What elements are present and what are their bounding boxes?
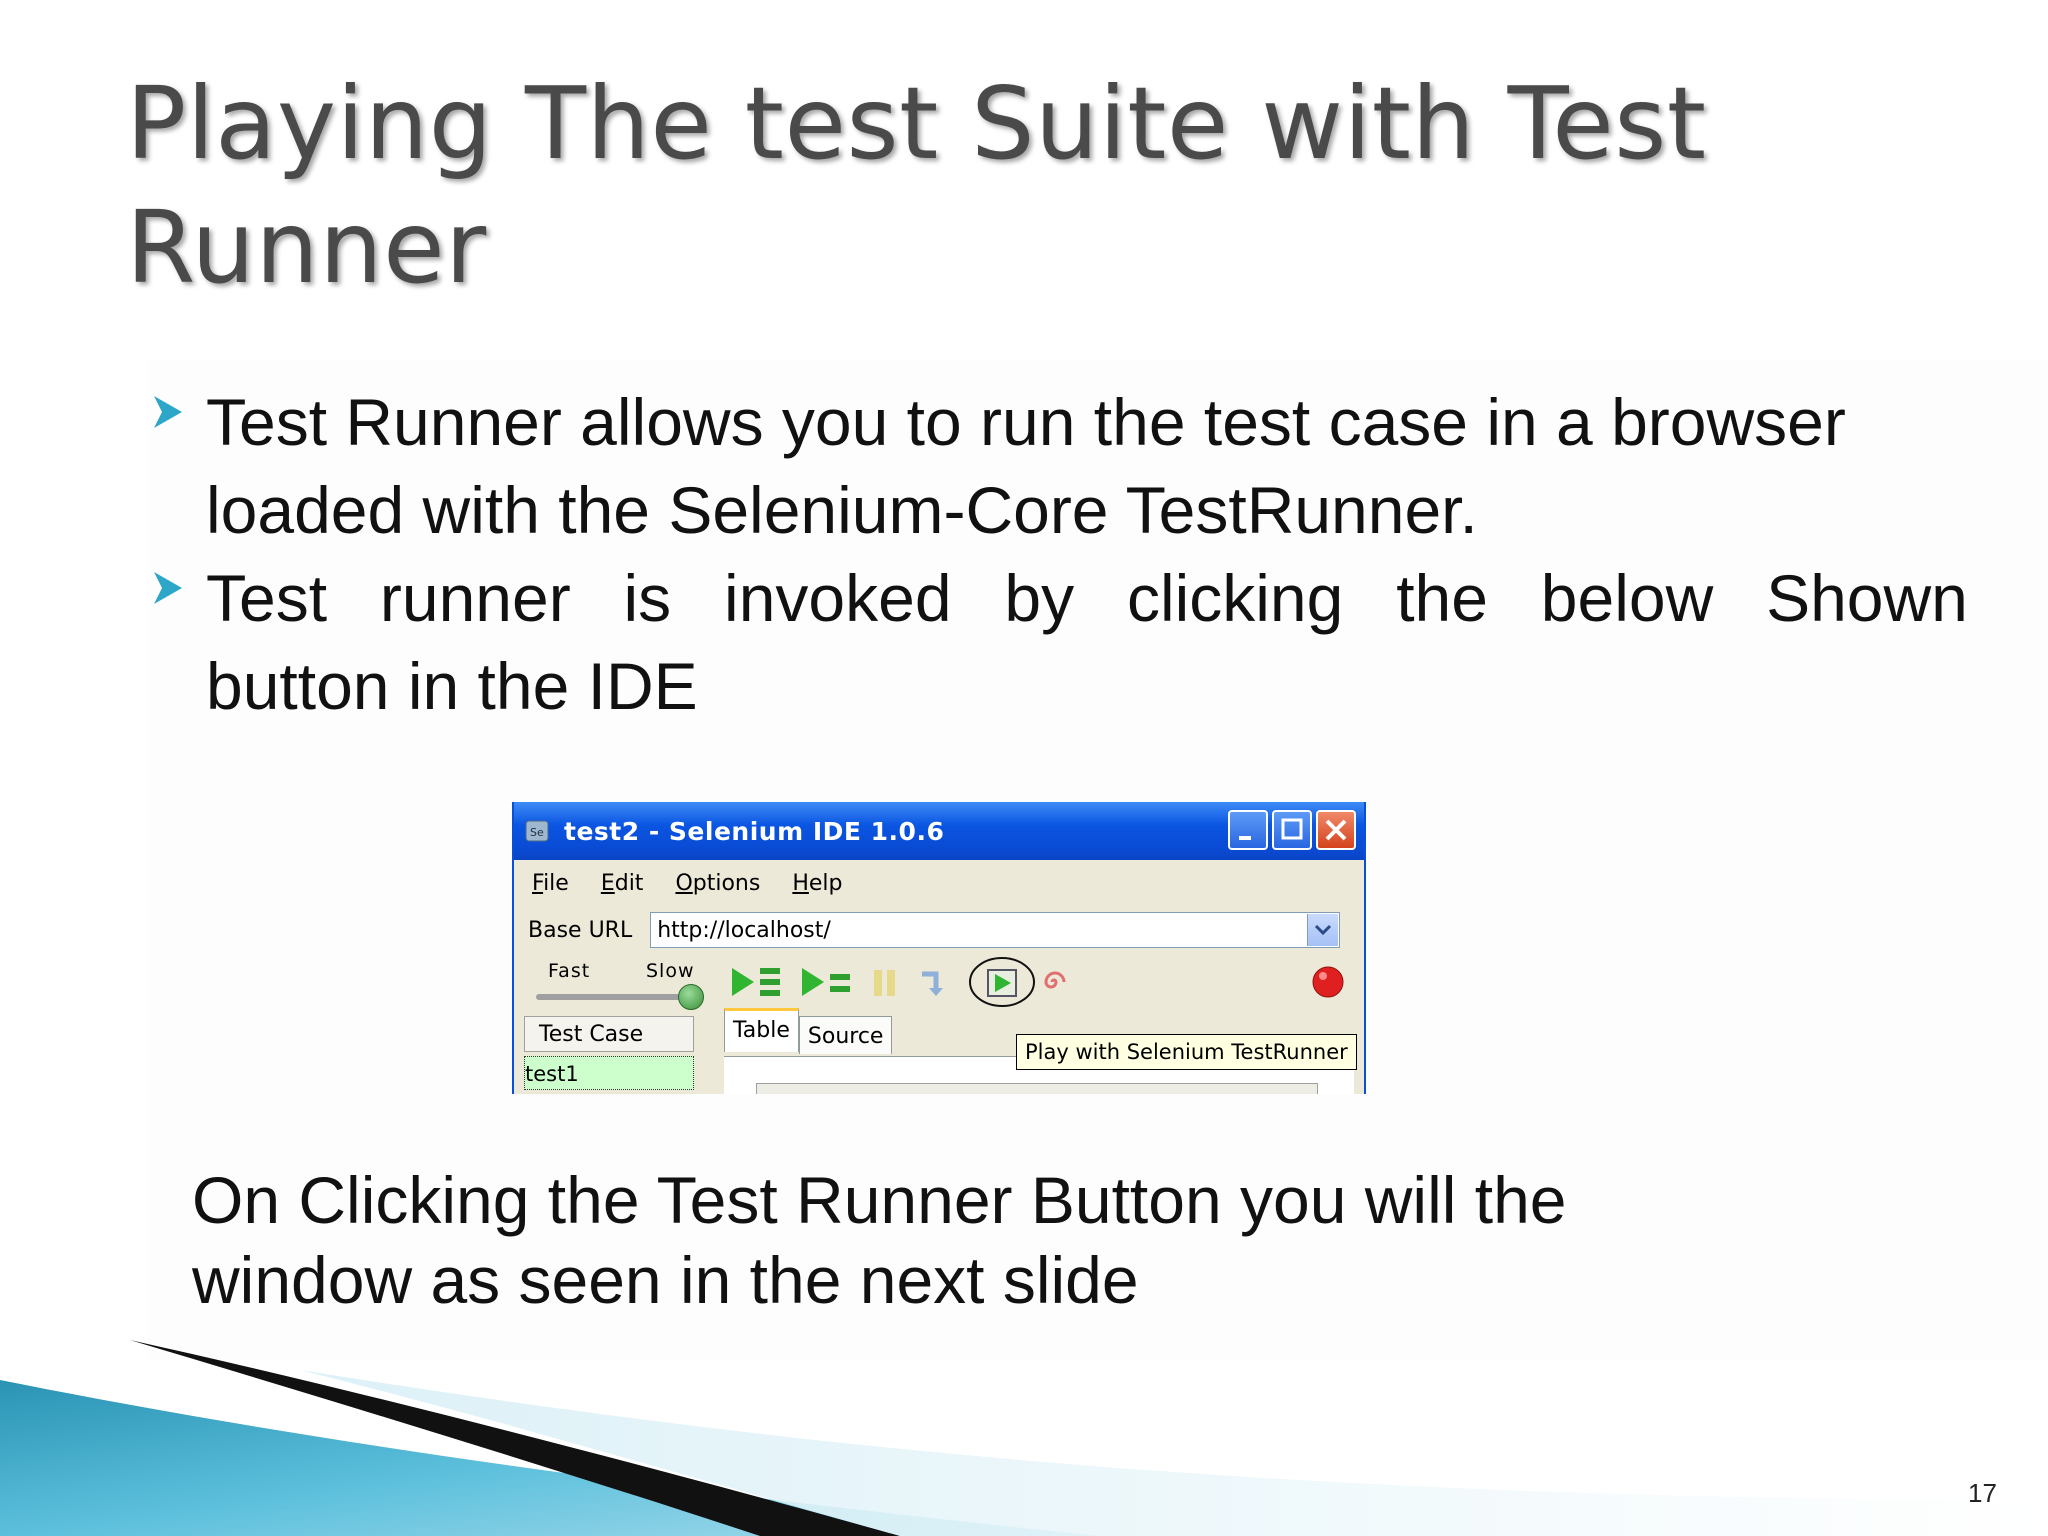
- record-button[interactable]: [1310, 964, 1346, 1000]
- menu-edit[interactable]: Edit: [601, 871, 644, 896]
- menu-options[interactable]: Options: [675, 871, 760, 896]
- pause-icon[interactable]: [870, 964, 900, 1000]
- word: the: [1396, 561, 1488, 635]
- ide-lower-panel: Test Case test1 Table Source Play with S…: [514, 1008, 1364, 1094]
- bullet-list: Test Runner allows you to run the test c…: [148, 378, 1968, 730]
- menu-file[interactable]: File: [532, 871, 569, 896]
- test-case-item[interactable]: test1: [524, 1056, 694, 1090]
- base-url-value: http://localhost/: [657, 917, 831, 943]
- minimize-button[interactable]: [1228, 810, 1268, 850]
- test-case-header: Test Case: [524, 1016, 694, 1052]
- url-dropdown-button[interactable]: [1307, 914, 1339, 946]
- menu-help[interactable]: Help: [792, 871, 842, 896]
- ide-toolbar: Fast Slow: [514, 954, 1364, 1012]
- word: runner: [379, 561, 571, 635]
- play-suite-button[interactable]: [730, 964, 786, 1000]
- speed-fast-label: Fast: [548, 960, 591, 982]
- close-icon: [1325, 819, 1347, 841]
- rollup-icon[interactable]: [1038, 964, 1070, 1000]
- bullet-line-justified: Test runner is invoked by clicking the b…: [206, 554, 1968, 642]
- tab-source[interactable]: Source: [798, 1016, 893, 1054]
- page-number: 17: [1968, 1478, 1997, 1508]
- tab-table[interactable]: Table: [724, 1008, 799, 1052]
- command-table-header: [756, 1083, 1318, 1094]
- bullet-item: Test Runner allows you to run the test c…: [148, 378, 1968, 554]
- word: by: [1004, 561, 1075, 635]
- speed-slow-label: Slow: [646, 960, 695, 982]
- arrow-bullet-icon: [154, 572, 182, 604]
- step-icon[interactable]: [918, 964, 948, 1000]
- editor-tabs: Table Source: [724, 1008, 893, 1054]
- maximize-icon: [1281, 818, 1303, 840]
- decorative-swoosh: [0, 1340, 2048, 1536]
- word: invoked: [724, 561, 952, 635]
- base-url-row: Base URL http://localhost/: [514, 906, 1364, 954]
- speed-slider-handle[interactable]: [678, 984, 704, 1010]
- minimize-icon: [1239, 836, 1251, 840]
- selenium-ide-screenshot: Se test2 - Selenium IDE 1.0.6 File Edit …: [512, 802, 1366, 1094]
- word: is: [623, 561, 672, 635]
- window-controls: [1228, 810, 1356, 850]
- word: Shown: [1766, 561, 1968, 635]
- play-current-test-button[interactable]: [800, 964, 856, 1000]
- word: below: [1540, 561, 1714, 635]
- close-button[interactable]: [1316, 810, 1356, 850]
- bullet-line: Test Runner allows you to run the test c…: [206, 385, 1846, 459]
- arrow-bullet-icon: [154, 396, 182, 428]
- slide-title: Playing The test Suite with Test Runner: [126, 65, 1707, 306]
- ide-menubar: File Edit Options Help: [514, 860, 1364, 906]
- chevron-down-icon: [1315, 924, 1332, 936]
- bullet-line: loaded with the Selenium-Core TestRunner…: [206, 473, 1478, 547]
- selenium-app-icon: Se: [525, 820, 549, 842]
- word: Test: [206, 561, 328, 635]
- slide: Playing The test Suite with Test Runner …: [0, 0, 2048, 1536]
- base-url-field[interactable]: http://localhost/: [650, 912, 1341, 948]
- word: clicking: [1126, 561, 1344, 635]
- ide-titlebar: Se test2 - Selenium IDE 1.0.6: [514, 802, 1364, 860]
- maximize-button[interactable]: [1272, 810, 1312, 850]
- note-line: On Clicking the Test Runner Button you w…: [192, 1163, 1567, 1237]
- bullet-line: button in the IDE: [206, 649, 698, 723]
- testrunner-button[interactable]: [968, 956, 1038, 1008]
- base-url-label: Base URL: [528, 917, 633, 943]
- ide-window-title: test2 - Selenium IDE 1.0.6: [564, 816, 945, 846]
- svg-text:Se: Se: [530, 826, 544, 839]
- speed-slider-track[interactable]: [536, 994, 696, 1000]
- test-case-panel: Test Case test1: [524, 1016, 694, 1094]
- testrunner-tooltip: Play with Selenium TestRunner: [1016, 1034, 1357, 1070]
- bullet-item: Test runner is invoked by clicking the b…: [148, 554, 1968, 730]
